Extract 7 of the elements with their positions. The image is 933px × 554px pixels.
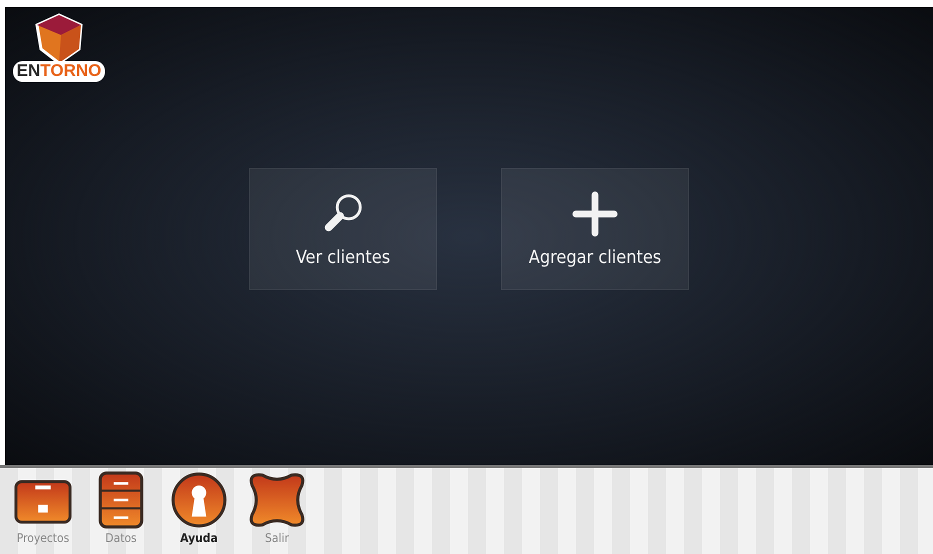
action-button[interactable]: Ver clientes — [249, 168, 437, 290]
plus-icon — [572, 190, 618, 236]
dock-item[interactable]: Ayuda — [162, 468, 236, 554]
cross-icon — [248, 471, 306, 529]
logo-text: ENTORNO — [12, 61, 106, 82]
keyhole-icon — [170, 471, 228, 529]
action-button[interactable]: Agregar clientes — [501, 168, 689, 290]
